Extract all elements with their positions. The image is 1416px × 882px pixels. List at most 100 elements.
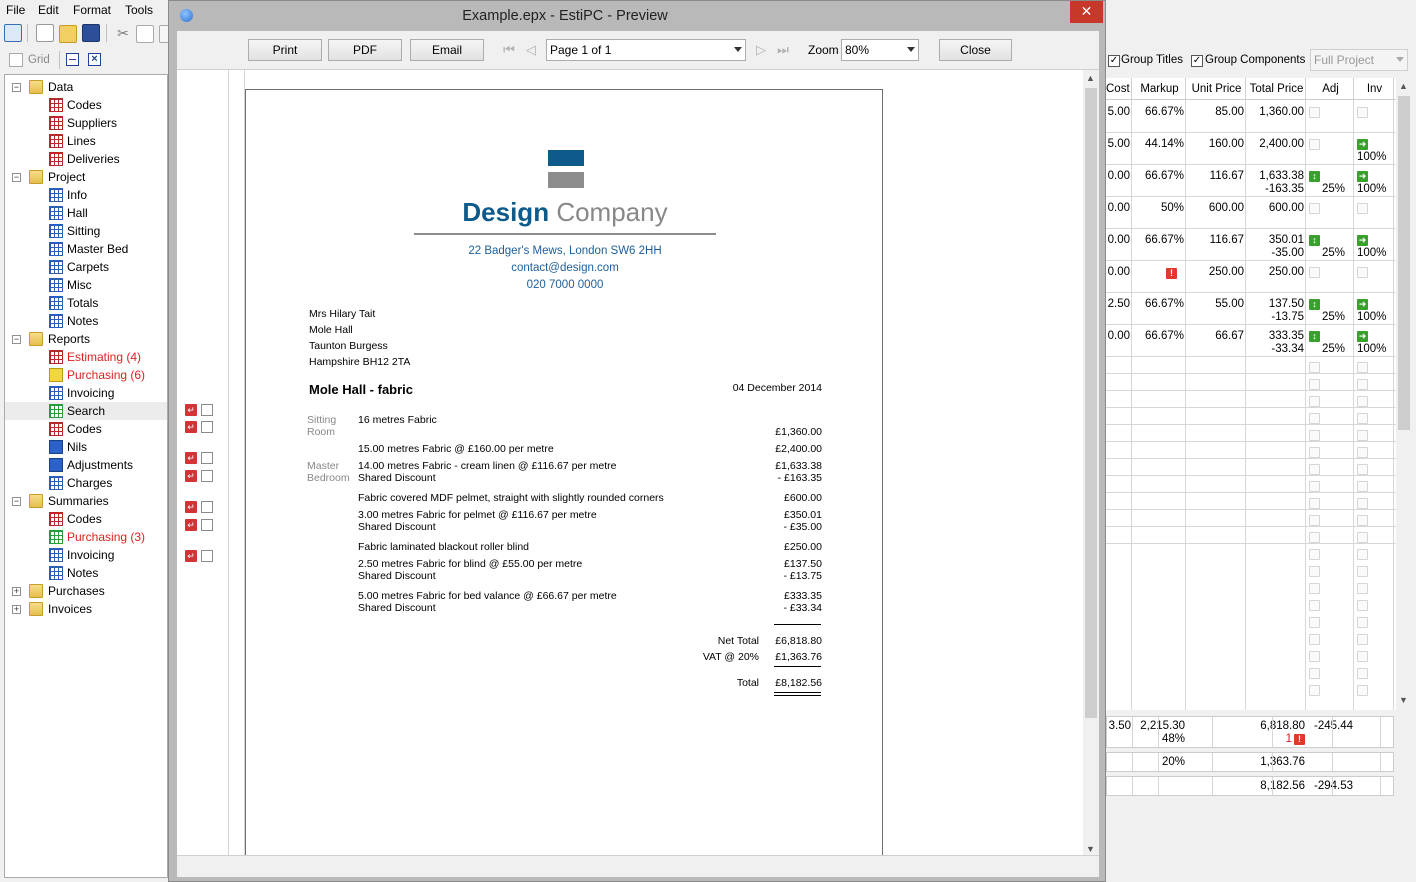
tree-item-codes[interactable]: Codes <box>5 96 167 114</box>
invoice-empty-icon[interactable] <box>1357 532 1368 543</box>
adjust-icon[interactable]: ↕ <box>1309 171 1320 182</box>
invoice-arrow-icon[interactable]: ➜ <box>1357 171 1368 182</box>
column-header-unit-price[interactable]: Unit Price <box>1186 78 1246 100</box>
invoice-empty-icon[interactable] <box>1357 107 1368 118</box>
line-select-checkbox[interactable] <box>201 452 213 464</box>
group-components-checkbox[interactable]: ✓ <box>1191 55 1203 67</box>
menu-format[interactable]: Format <box>73 3 111 17</box>
invoice-empty-icon[interactable] <box>1357 668 1368 679</box>
tree-item-deliveries[interactable]: Deliveries <box>5 150 167 168</box>
invoice-empty-icon[interactable] <box>1357 498 1368 509</box>
adjust-empty-icon[interactable] <box>1309 566 1320 577</box>
scroll-down-icon[interactable]: ▼ <box>1399 695 1408 705</box>
adjust-empty-icon[interactable] <box>1309 447 1320 458</box>
invoice-empty-icon[interactable] <box>1357 447 1368 458</box>
invoice-arrow-icon[interactable]: ➜ <box>1357 299 1368 310</box>
invoice-arrow-icon[interactable]: ➜ <box>1357 331 1368 342</box>
adjust-empty-icon[interactable] <box>1309 685 1320 696</box>
tree-item-project[interactable]: − Project <box>5 168 167 186</box>
first-page-icon[interactable]: ⏮ <box>502 43 516 57</box>
close-button[interactable]: Close <box>939 39 1012 61</box>
invoice-empty-icon[interactable] <box>1357 685 1368 696</box>
invoice-empty-icon[interactable] <box>1357 362 1368 373</box>
save-icon[interactable] <box>82 24 100 42</box>
expander-icon[interactable]: − <box>12 83 21 92</box>
adjust-icon[interactable]: ↕ <box>1309 299 1320 310</box>
adjust-empty-icon[interactable] <box>1309 515 1320 526</box>
tree-item-data[interactable]: − Data <box>5 78 167 96</box>
last-page-icon[interactable]: ⏭ <box>776 43 790 57</box>
expander-icon[interactable]: + <box>12 587 21 596</box>
return-marker-icon[interactable]: ↵ <box>185 404 197 416</box>
menu-file[interactable]: File <box>6 3 25 17</box>
next-page-icon[interactable]: ▷ <box>754 43 768 57</box>
line-select-checkbox[interactable] <box>201 470 213 482</box>
grid-scrollbar[interactable]: ▲ ▼ <box>1396 78 1412 710</box>
adjust-empty-icon[interactable] <box>1309 139 1320 150</box>
scroll-thumb[interactable] <box>1398 96 1410 430</box>
tree-item-invoicing[interactable]: Invoicing <box>5 384 167 402</box>
scroll-up-icon[interactable]: ▲ <box>1086 73 1095 83</box>
scroll-thumb[interactable] <box>1085 88 1097 718</box>
tree-item-purchasing-6[interactable]: Purchasing (6) <box>5 366 167 384</box>
collapse-all-icon[interactable] <box>66 53 79 66</box>
menu-tools[interactable]: Tools <box>125 3 153 17</box>
tree-item-charges[interactable]: Charges <box>5 474 167 492</box>
adjust-empty-icon[interactable] <box>1309 464 1320 475</box>
adjust-empty-icon[interactable] <box>1309 203 1320 214</box>
column-header-adj[interactable]: Adj <box>1306 78 1354 100</box>
column-header-total-price[interactable]: Total Price <box>1246 78 1306 100</box>
tree-item-adjustments[interactable]: Adjustments <box>5 456 167 474</box>
open-folder-icon[interactable] <box>59 25 77 43</box>
return-marker-icon[interactable]: ↵ <box>185 501 197 513</box>
tree-item-totals[interactable]: Totals <box>5 294 167 312</box>
adjust-empty-icon[interactable] <box>1309 668 1320 679</box>
expander-icon[interactable]: − <box>12 335 21 344</box>
return-marker-icon[interactable]: ↵ <box>185 421 197 433</box>
adjust-empty-icon[interactable] <box>1309 413 1320 424</box>
column-header-cost[interactable]: Cost <box>1106 78 1132 100</box>
scope-select[interactable]: Full Project <box>1310 49 1408 71</box>
adjust-empty-icon[interactable] <box>1309 617 1320 628</box>
tree-item-reports[interactable]: − Reports <box>5 330 167 348</box>
tree-item-invoices[interactable]: + Invoices <box>5 600 167 618</box>
tree-item-notes[interactable]: Notes <box>5 312 167 330</box>
adjust-empty-icon[interactable] <box>1309 634 1320 645</box>
invoice-arrow-icon[interactable]: ➜ <box>1357 235 1368 246</box>
tree-item-hall[interactable]: Hall <box>5 204 167 222</box>
email-button[interactable]: Email <box>410 39 484 61</box>
new-file-icon[interactable] <box>36 24 54 42</box>
adjust-empty-icon[interactable] <box>1309 379 1320 390</box>
adjust-empty-icon[interactable] <box>1309 362 1320 373</box>
tree-item-lines[interactable]: Lines <box>5 132 167 150</box>
pdf-button[interactable]: PDF <box>328 39 402 61</box>
scroll-up-icon[interactable]: ▲ <box>1399 81 1408 91</box>
tree-item-notes[interactable]: Notes <box>5 564 167 582</box>
tree-item-codes[interactable]: Codes <box>5 420 167 438</box>
adjust-icon[interactable]: ↕ <box>1309 235 1320 246</box>
tree-item-invoicing[interactable]: Invoicing <box>5 546 167 564</box>
adjust-empty-icon[interactable] <box>1309 651 1320 662</box>
tree-item-info[interactable]: Info <box>5 186 167 204</box>
tree-item-codes[interactable]: Codes <box>5 510 167 528</box>
zoom-select[interactable]: 80% <box>841 39 919 61</box>
adjust-empty-icon[interactable] <box>1309 107 1320 118</box>
horizontal-scrollbar[interactable] <box>177 855 1099 877</box>
adjust-empty-icon[interactable] <box>1309 532 1320 543</box>
invoice-empty-icon[interactable] <box>1357 267 1368 278</box>
page-select[interactable]: Page 1 of 1 <box>546 39 746 61</box>
adjust-empty-icon[interactable] <box>1309 549 1320 560</box>
expander-icon[interactable]: − <box>12 497 21 506</box>
return-marker-icon[interactable]: ↵ <box>185 452 197 464</box>
adjust-empty-icon[interactable] <box>1309 583 1320 594</box>
close-icon[interactable]: × <box>88 53 101 66</box>
menu-edit[interactable]: Edit <box>38 3 59 17</box>
adjust-empty-icon[interactable] <box>1309 396 1320 407</box>
adjust-empty-icon[interactable] <box>1309 481 1320 492</box>
invoice-arrow-icon[interactable]: ➜ <box>1357 139 1368 150</box>
adjust-empty-icon[interactable] <box>1309 267 1320 278</box>
invoice-empty-icon[interactable] <box>1357 203 1368 214</box>
invoice-empty-icon[interactable] <box>1357 430 1368 441</box>
tree-item-misc[interactable]: Misc <box>5 276 167 294</box>
tree-item-purchases[interactable]: + Purchases <box>5 582 167 600</box>
